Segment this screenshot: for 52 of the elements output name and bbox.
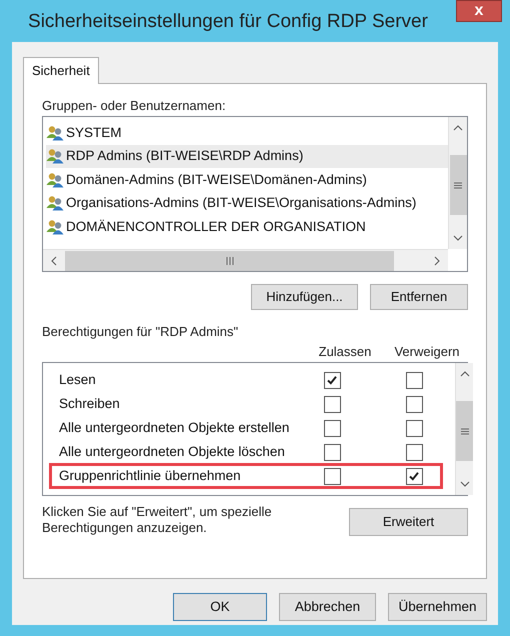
column-header: Zulassen	[318, 343, 372, 361]
group-name: SYSTEM	[66, 124, 122, 142]
button[interactable]: Entfernen	[370, 284, 468, 310]
scroll-thumb[interactable]	[65, 250, 394, 270]
close-button[interactable]: x	[456, 0, 502, 22]
users-icon	[46, 172, 64, 188]
list-item[interactable]: Organisations-Admins (BIT-WEISE\Organisations-Admins)	[46, 192, 448, 215]
group-name: RDP Admins (BIT-WEISE\RDP Admins)	[66, 147, 304, 166]
users-icon	[46, 148, 64, 164]
users-icon	[46, 195, 64, 212]
button[interactable]: Hinzufügen...	[251, 284, 358, 310]
group-name: Domänen-Admins (BIT-WEISE\Domänen-Admins)	[66, 170, 367, 189]
button[interactable]: Übernehmen	[388, 593, 487, 621]
list-item[interactable]: DOMÄNENCONTROLLER DER ORGANISATION	[46, 215, 448, 238]
permission-name: Schreiben	[58, 394, 121, 413]
list-item[interactable]: Domänen-Admins (BIT-WEISE\Domänen-Admins)	[46, 168, 448, 192]
checkbox[interactable]	[406, 468, 422, 484]
check-icon	[326, 374, 338, 386]
button[interactable]: Abbrechen	[279, 593, 376, 621]
section-label: Gruppen- oder Benutzernamen:	[42, 97, 227, 115]
checkbox[interactable]	[324, 444, 340, 460]
checkbox[interactable]	[324, 468, 340, 484]
group-name: Organisations-Admins (BIT-WEISE\Organisations-Admins)	[66, 194, 416, 212]
checkbox[interactable]	[406, 444, 422, 460]
tab[interactable]: Sicherheit	[23, 57, 99, 84]
window-title: Sicherheitseinstellungen für Config RDP Server	[27, 10, 429, 34]
users-icon	[46, 218, 64, 235]
checkbox[interactable]	[406, 396, 422, 412]
scroll-thumb[interactable]	[456, 401, 473, 461]
users-icon	[46, 124, 64, 141]
permission-name: Lesen	[58, 370, 97, 389]
hint-text: Klicken Sie auf "Erweitert", um spezielle Berechtigungen anzuzeigen.	[42, 504, 273, 536]
checkbox[interactable]	[324, 420, 340, 436]
checkbox[interactable]	[324, 372, 340, 388]
vertical-scrollbar[interactable]	[455, 363, 473, 495]
permission-name: Alle untergeordneten Objekte erstellen	[58, 418, 290, 437]
permission-name: Alle untergeordneten Objekte löschen	[58, 442, 286, 461]
button[interactable]: OK	[173, 593, 267, 621]
scroll-thumb[interactable]	[450, 155, 466, 215]
checkbox[interactable]	[406, 372, 422, 388]
permission-name: Gruppenrichtlinie übernehmen	[58, 466, 242, 485]
section-label: Berechtigungen für "RDP Admins"	[42, 323, 240, 341]
list-item[interactable]: RDP Admins (BIT-WEISE\RDP Admins)	[46, 144, 448, 168]
horizontal-scrollbar[interactable]	[43, 249, 448, 271]
group-name: DOMÄNENCONTROLLER DER ORGANISATION	[66, 218, 366, 236]
checkbox[interactable]	[406, 420, 422, 436]
button[interactable]: Erweitert	[349, 508, 468, 536]
list-item[interactable]: SYSTEM	[46, 121, 448, 144]
check-icon	[408, 470, 420, 482]
column-header: Verweigern	[393, 343, 461, 361]
vertical-scrollbar[interactable]	[448, 117, 467, 249]
checkbox[interactable]	[324, 396, 340, 412]
